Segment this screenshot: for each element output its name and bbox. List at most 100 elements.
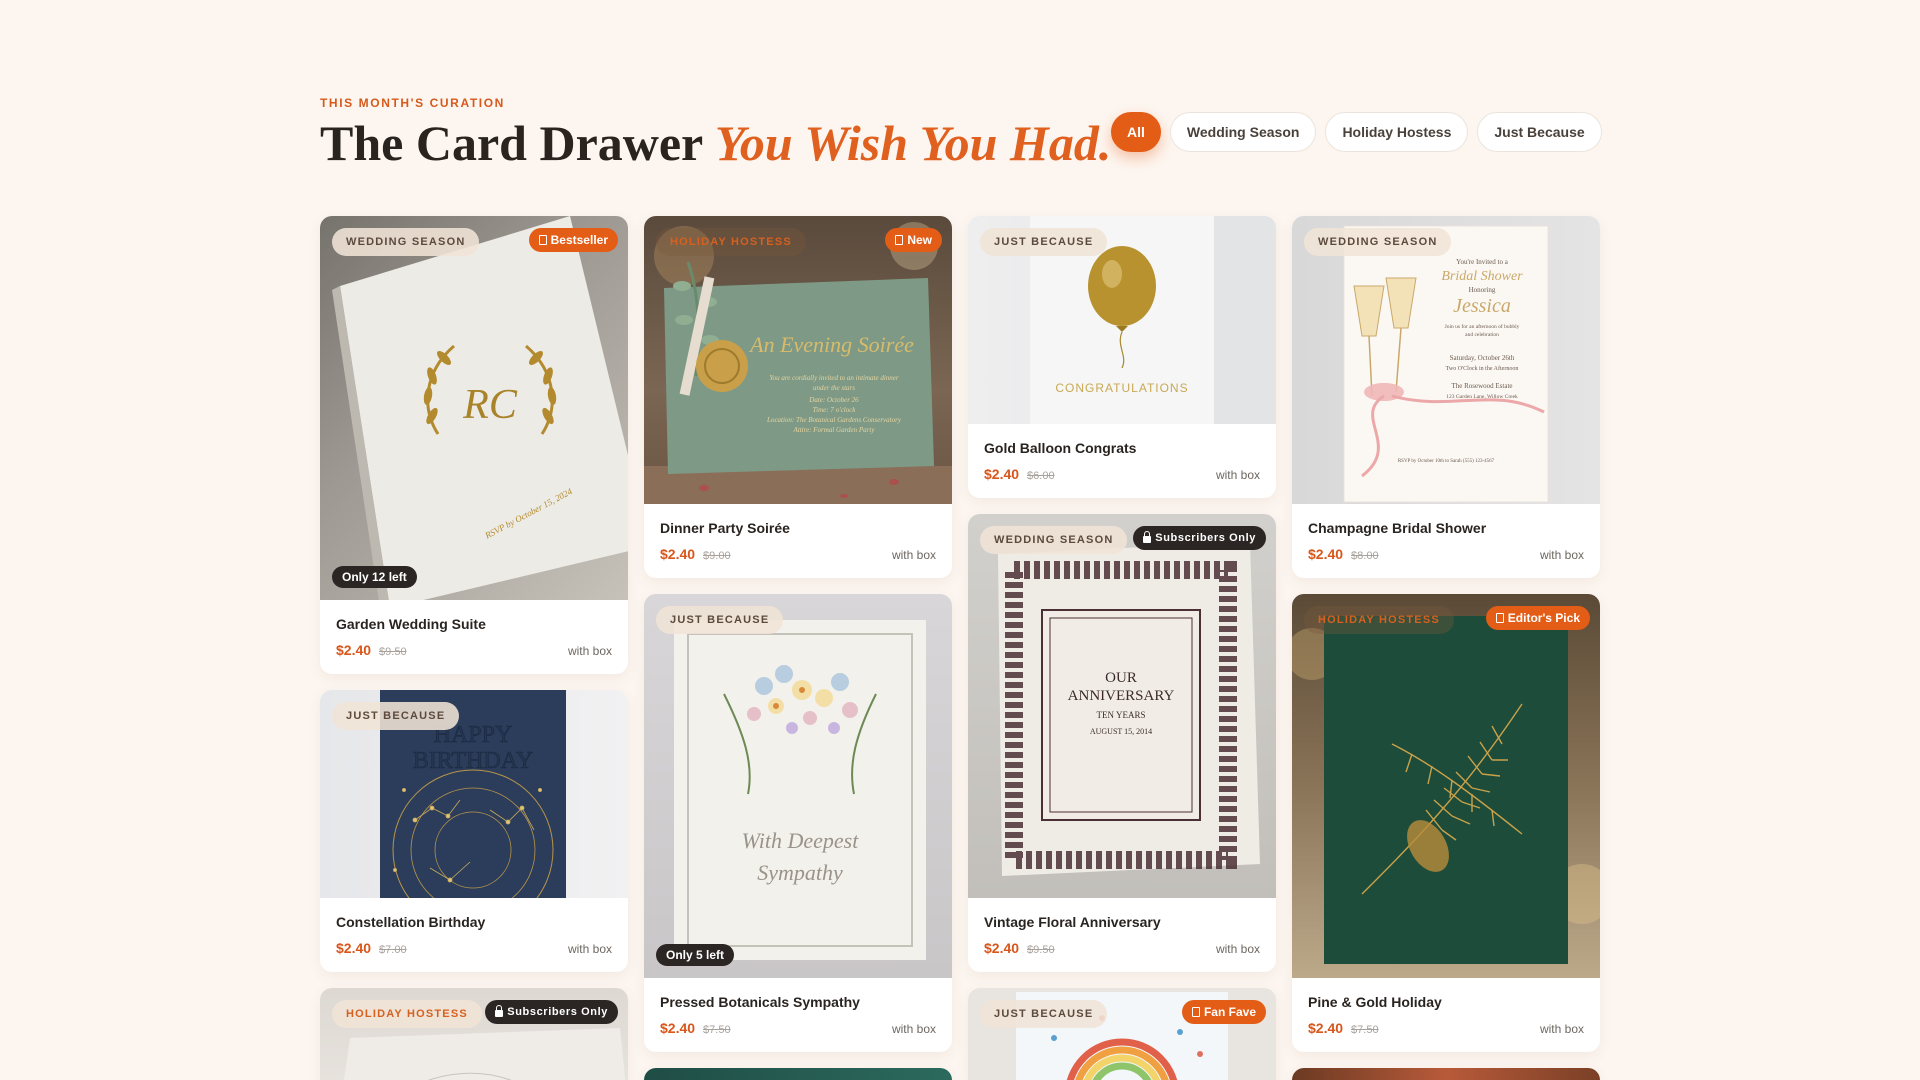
original-price: $9.00 [703,550,731,562]
original-price: $6.00 [1027,470,1055,482]
badge-label: Fan Fave [1203,1005,1256,1019]
svg-text:Jessica: Jessica [1453,295,1511,317]
product-card-partial[interactable] [644,1068,952,1080]
lock-icon [1143,530,1152,543]
category-tag: HOLIDAY HOSTESS [332,1000,482,1028]
product-price: $2.40 [1308,1020,1344,1036]
product-card-champagne-bridal-shower[interactable]: You're Invited to a Bridal Shower Honori… [1292,216,1600,578]
product-image: JUST BECAUSE Fan Fave [968,988,1276,1080]
svg-text:Location: The Botanical Garden: Location: The Botanical Gardens Conserva… [766,416,902,424]
product-image: HAPPY BIRTHDAY JUST BECAUSE [320,690,628,898]
category-tag: JUST BECAUSE [980,1000,1108,1028]
svg-text:and celebration: and celebration [1465,332,1499,338]
editors-pick-badge: Editor's Pick [1485,606,1590,630]
price-row: $2.40 $6.00 with box [984,466,1260,482]
product-title: Pressed Botanicals Sympathy [660,994,860,1010]
product-image [644,1068,952,1080]
product-title: Champagne Bridal Shower [1308,520,1487,536]
product-card-pine-and-gold-holiday[interactable]: HOLIDAY HOSTESS Editor's Pick Pine & Gol… [1292,594,1600,1052]
product-price: $2.40 [660,546,696,562]
original-price: $9.50 [379,646,407,658]
eyebrow-label: THIS MONTH'S CURATION [320,96,505,110]
lock-icon [495,1004,504,1017]
svg-text:under the stars: under the stars [813,384,855,392]
svg-text:CONGRATULATIONS: CONGRATULATIONS [1055,381,1188,395]
badge-icon [1495,613,1504,623]
product-info: Vintage Floral Anniversary $2.40 $9.50 w… [968,898,1276,972]
price-row: $2.40 $9.00 with box [660,546,936,562]
pine-card-illustration [1292,616,1600,964]
category-tag: HOLIDAY HOSTESS [656,228,806,256]
bestseller-badge: Bestseller [528,228,618,252]
badge-icon [538,235,547,245]
badge-label: Subscribers Only [1155,532,1256,544]
svg-text:Bridal Shower: Bridal Shower [1441,269,1523,284]
original-price: $7.50 [1351,1024,1379,1036]
product-title: Pine & Gold Holiday [1308,994,1442,1010]
product-card-partial[interactable] [1292,1068,1600,1080]
category-tag: JUST BECAUSE [980,228,1108,256]
badge-label: New [907,233,932,247]
subscribers-only-badge: Subscribers Only [1133,526,1266,550]
svg-text:Saturday, October 26th: Saturday, October 26th [1450,354,1515,362]
title-accent: You Wish You Had. [714,115,1112,171]
svg-text:TEN YEARS: TEN YEARS [1097,710,1146,720]
svg-text:You are cordially invited to a: You are cordially invited to an intimate… [769,374,899,382]
product-title: Constellation Birthday [336,914,486,930]
badge-icon [1191,1007,1200,1017]
svg-text:An Evening Soirée: An Evening Soirée [748,332,914,357]
product-image: OUR ANNIVERSARY TEN YEARS AUGUST 15, 201… [968,514,1276,898]
original-price: $7.00 [379,944,407,956]
product-title: Vintage Floral Anniversary [984,914,1161,930]
badge-label: Bestseller [550,233,608,247]
product-card-holiday-hostess[interactable]: HOLIDAY HOSTESS Subscribers Only [320,988,628,1080]
svg-text:Join us for an afternoon of bu: Join us for an afternoon of bubbly [1445,323,1520,330]
box-note: with box [1539,548,1584,562]
product-image [1292,1068,1600,1080]
product-card-fan-fave[interactable]: JUST BECAUSE Fan Fave [968,988,1276,1080]
box-note: with box [567,942,612,956]
product-card-garden-wedding-suite[interactable]: RC RSVP by October 15, 2024 WEDDING SEAS… [320,216,628,674]
box-note: with box [891,548,936,562]
filter-holiday-hostess[interactable]: Holiday Hostess [1325,112,1469,152]
badge-label: Editor's Pick [1507,611,1580,625]
price-row: $2.40 $9.50 with box [336,642,612,658]
filter-wedding-season[interactable]: Wedding Season [1169,112,1317,152]
anniversary-card-illustration: OUR ANNIVERSARY TEN YEARS AUGUST 15, 201… [998,542,1260,876]
product-image: RC RSVP by October 15, 2024 WEDDING SEAS… [320,216,628,600]
box-note: with box [1215,468,1260,482]
filter-tabs: All Wedding Season Holiday Hostess Just … [1111,112,1602,152]
product-card-constellation-birthday[interactable]: HAPPY BIRTHDAY JUST BECAUSE Constellatio… [320,690,628,972]
category-tag: JUST BECAUSE [332,702,460,730]
badge-label: Subscribers Only [507,1006,608,1018]
svg-text:Attire: Formal Garden Party: Attire: Formal Garden Party [793,426,876,434]
invitation-card-illustration: RC RSVP by October 15, 2024 [332,216,628,600]
title-main: The Card Drawer [320,115,703,171]
product-card-dinner-party-soiree[interactable]: An Evening Soirée You are cordially invi… [644,216,952,578]
product-image: With Deepest Sympathy JUST BECAUSE Only … [644,594,952,978]
svg-text:AUGUST 15, 2014: AUGUST 15, 2014 [1090,727,1152,736]
box-note: with box [891,1022,936,1036]
product-card-pressed-botanicals-sympathy[interactable]: With Deepest Sympathy JUST BECAUSE Only … [644,594,952,1052]
svg-text:Time: 7 o'clock: Time: 7 o'clock [813,406,857,414]
svg-text:123 Garden Lane, Willow Creek: 123 Garden Lane, Willow Creek [1446,394,1518,400]
box-note: with box [1539,1022,1584,1036]
svg-text:With Deepest: With Deepest [742,828,860,853]
svg-text:RSVP by October 10th to Sarah: RSVP by October 10th to Sarah (555) 123-… [1398,459,1495,464]
price-row: $2.40 $7.50 with box [660,1020,936,1036]
product-title: Gold Balloon Congrats [984,440,1137,456]
category-tag: WEDDING SEASON [332,228,480,256]
product-info: Constellation Birthday $2.40 $7.00 with … [320,898,628,972]
svg-text:Honoring: Honoring [1469,286,1496,294]
svg-text:OUR: OUR [1105,670,1137,686]
product-card-gold-balloon-congrats[interactable]: CONGRATULATIONS JUST BECAUSE Gold Balloo… [968,216,1276,498]
product-price: $2.40 [984,466,1020,482]
product-card-vintage-floral-anniversary[interactable]: OUR ANNIVERSARY TEN YEARS AUGUST 15, 201… [968,514,1276,972]
filter-all[interactable]: All [1111,112,1161,152]
product-title: Dinner Party Soirée [660,520,790,536]
new-badge: New [885,228,942,252]
original-price: $7.50 [703,1024,731,1036]
filter-just-because[interactable]: Just Because [1477,112,1602,152]
svg-text:ANNIVERSARY: ANNIVERSARY [1068,688,1175,704]
product-image: CONGRATULATIONS JUST BECAUSE [968,216,1276,424]
